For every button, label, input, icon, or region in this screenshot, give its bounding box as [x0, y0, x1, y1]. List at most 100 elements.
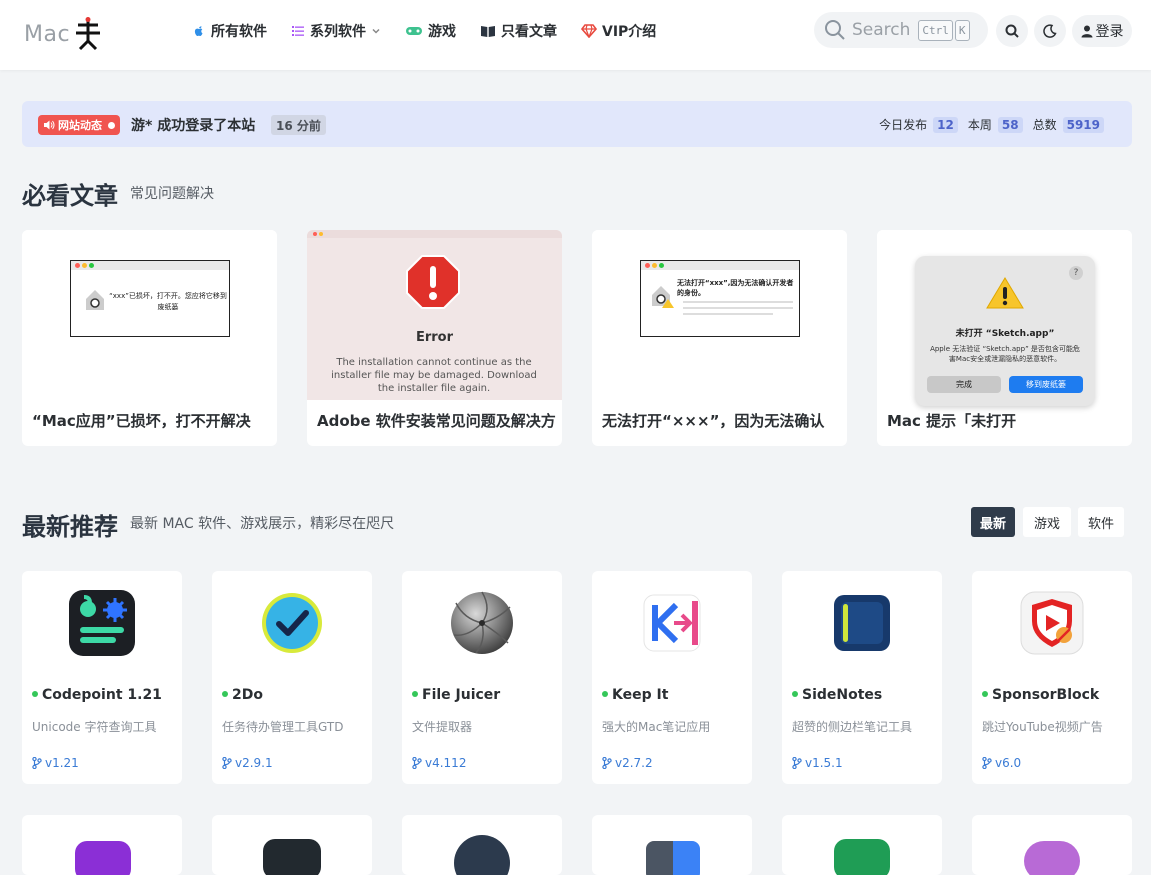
branch-icon [982, 757, 992, 769]
app-description: 任务待办管理工具GTD [222, 720, 344, 734]
app-icon-partial [263, 839, 321, 875]
app-name: SponsorBlock [982, 687, 1099, 703]
article-card[interactable]: 无法打开“xxx”,因为无法确认开发者的身份。 无法打开“×××”，因为无法确认 [592, 230, 847, 446]
app-name: SideNotes [792, 687, 882, 703]
nav-label: 只看文章 [501, 24, 557, 40]
article-card[interactable]: ? 未打开 “Sketch.app” Apple 无法验证 “Sketch.ap… [877, 230, 1132, 446]
tab-latest[interactable]: 最新 [971, 507, 1015, 537]
app-card[interactable]: SponsorBlock 跳过YouTube视频广告 v6.0 [972, 571, 1132, 784]
search-icon [825, 20, 845, 40]
logo-text: Mac [24, 21, 71, 47]
search-button[interactable] [996, 15, 1028, 47]
app-version: v1.5.1 [792, 756, 843, 770]
codepoint-app-icon [69, 590, 135, 656]
keyboard-shortcut: Ctrl K [918, 19, 970, 41]
app-card[interactable] [972, 815, 1132, 875]
tab-software[interactable]: 软件 [1078, 507, 1124, 537]
nav-all-software[interactable]: 所有软件 [192, 18, 267, 44]
branch-icon [602, 757, 612, 769]
article-card[interactable]: “xxx”已损坏，打不开。您应将它移到废纸篓 “Mac应用”已损坏，打不开解决 [22, 230, 277, 446]
list-icon [292, 26, 304, 36]
article-title: “Mac应用”已损坏，打不开解决 [32, 412, 251, 430]
app-version: v4.112 [412, 756, 466, 770]
moon-icon [1043, 24, 1057, 38]
branch-icon [412, 757, 422, 769]
app-card[interactable] [782, 815, 942, 875]
thumb-heading: 未打开 “Sketch.app” [955, 329, 1055, 339]
live-dot [108, 121, 115, 129]
site-logo[interactable]: Mac [24, 14, 102, 54]
nav-label: 系列软件 [310, 24, 366, 40]
app-card[interactable]: File Juicer 文件提取器 v4.112 [402, 571, 562, 784]
app-name: 2Do [222, 687, 263, 703]
app-icon-partial [646, 841, 700, 875]
nav-vip-intro[interactable]: VIP介绍 [581, 18, 656, 44]
sidenotes-app-icon [834, 595, 890, 651]
tab-games[interactable]: 游戏 [1023, 507, 1071, 537]
branch-icon [222, 757, 232, 769]
article-thumbnail: Error The installation cannot continue a… [307, 230, 562, 400]
app-version-label: v2.9.1 [235, 756, 273, 770]
app-name: File Juicer [412, 687, 500, 703]
article-title: Mac 提示「未打开 [887, 412, 1017, 430]
app-card[interactable]: Keep It 强大的Mac笔记应用 v2.7.2 [592, 571, 752, 784]
nav-label: VIP介绍 [602, 24, 657, 40]
announcement-badge-label: 网站动态 [58, 119, 102, 132]
thumb-text: Apple 无法验证 “Sketch.app” 是否包含可能危害Mac安全或泄漏… [930, 345, 1080, 363]
app-card[interactable]: Codepoint 1.21 Unicode 字符查询工具 v1.21 [22, 571, 182, 784]
nav-label: 游戏 [428, 24, 456, 40]
caution-icon [986, 277, 1024, 309]
app-card[interactable]: SideNotes 超赞的侧边栏笔记工具 v1.5.1 [782, 571, 942, 784]
app-card[interactable] [22, 815, 182, 875]
app-version-label: v4.112 [425, 756, 467, 770]
app-version: v6.0 [982, 756, 1021, 770]
nav-series-software[interactable]: 系列软件 [291, 18, 381, 44]
app-description: 文件提取器 [412, 720, 473, 734]
thumb-text: 无法打开“xxx”,因为无法确认开发者的身份。 [677, 279, 794, 297]
apple-icon [194, 26, 203, 37]
app-version-label: v1.5.1 [805, 756, 843, 770]
app-card[interactable] [212, 815, 372, 875]
app-icon-partial [454, 835, 510, 875]
stat-week-value: 58 [997, 116, 1023, 133]
app-version: v1.21 [32, 756, 79, 770]
nav-articles-only[interactable]: 只看文章 [480, 18, 557, 44]
file-juicer-app-icon [451, 591, 513, 654]
article-thumbnail: ? 未打开 “Sketch.app” Apple 无法验证 “Sketch.ap… [877, 230, 1132, 406]
app-card[interactable] [592, 815, 752, 875]
thumb-trash-button: 移到废纸篓 [1009, 376, 1083, 393]
dark-mode-toggle[interactable] [1034, 15, 1066, 47]
keep-it-app-icon [643, 594, 701, 652]
nav-games[interactable]: 游戏 [405, 18, 456, 44]
site-header: Mac 所有软件 系列软件 游戏 只看文章 VIP介绍 Search Ctrl … [0, 0, 1151, 70]
thumb-text: The installation cannot continue as the … [331, 357, 537, 394]
app-icon-partial [75, 841, 131, 875]
book-icon [481, 26, 495, 37]
app-card[interactable]: 2Do 任务待办管理工具GTD v2.9.1 [212, 571, 372, 784]
app-card[interactable] [402, 815, 562, 875]
warning-icon [652, 286, 674, 308]
kbd-k: K [954, 19, 970, 41]
login-label: 登录 [1095, 24, 1124, 40]
thumb-done-button: 完成 [927, 376, 1001, 393]
search-placeholder: Search [852, 20, 911, 40]
login-button[interactable]: 登录 [1072, 15, 1132, 47]
speaker-icon [44, 120, 55, 130]
article-title: Adobe 软件安装常见问题及解决方 [317, 412, 556, 430]
nav-label: 所有软件 [211, 24, 267, 40]
warning-icon [86, 290, 104, 310]
announcement-badge: 网站动态 [38, 115, 120, 135]
main-nav: 所有软件 系列软件 游戏 只看文章 VIP介绍 [192, 18, 656, 44]
post-stats: 今日发布 12 本周 58 总数 5919 [879, 116, 1108, 133]
section-subtitle-latest: 最新 MAC 软件、游戏展示，精彩尽在咫尺 [130, 516, 395, 532]
app-name: Keep It [602, 687, 668, 703]
gamepad-icon [406, 27, 422, 35]
stat-today-label: 今日发布 [879, 118, 928, 132]
section-title-latest: 最新推荐 [22, 513, 118, 541]
stat-today-value: 12 [933, 116, 958, 133]
thumb-text: “xxx”已损坏，打不开。您应将它移到废纸篓 [109, 292, 227, 311]
search-box[interactable]: Search Ctrl K [814, 12, 988, 48]
app-version-label: v1.21 [45, 756, 79, 770]
stop-error-icon [406, 255, 460, 309]
article-card[interactable]: Error The installation cannot continue a… [307, 230, 562, 446]
